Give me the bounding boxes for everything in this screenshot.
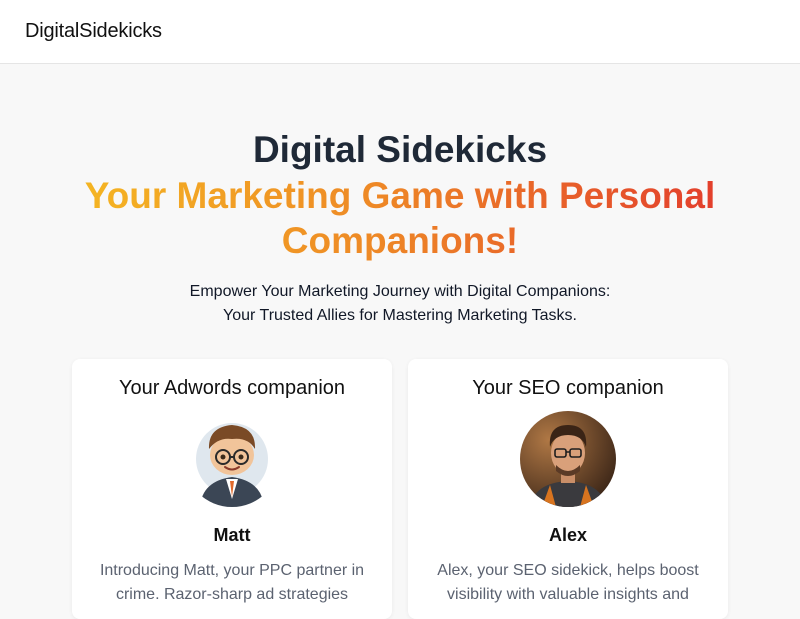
hero-tagline: Empower Your Marketing Journey with Digi…: [100, 280, 700, 328]
avatar-alex: [520, 411, 616, 507]
card-heading: Your Adwords companion: [118, 377, 346, 399]
avatar-matt: [184, 411, 280, 507]
card-heading: Your SEO companion: [472, 377, 664, 399]
companion-name: Matt: [213, 525, 251, 545]
alex-avatar-photo: [520, 411, 616, 507]
matt-avatar-illustration: [184, 411, 280, 507]
companion-card-adwords[interactable]: Your Adwords companion Matt Introducing …: [72, 359, 392, 619]
tagline-line-2: Your Trusted Allies for Mastering Market…: [223, 307, 577, 324]
companion-card-seo[interactable]: Your SEO companion Alex Alex, your SEO s…: [408, 359, 728, 619]
companion-name: Alex: [548, 525, 588, 545]
tagline-line-1: Empower Your Marketing Journey with Digi…: [189, 283, 611, 300]
hero-subtitle: Your Marketing Game with Personal Compan…: [60, 173, 740, 263]
top-navbar: DigitalSidekicks: [0, 0, 800, 64]
site-logo[interactable]: DigitalSidekicks: [25, 20, 162, 43]
hero-title: Digital Sidekicks: [252, 129, 548, 170]
